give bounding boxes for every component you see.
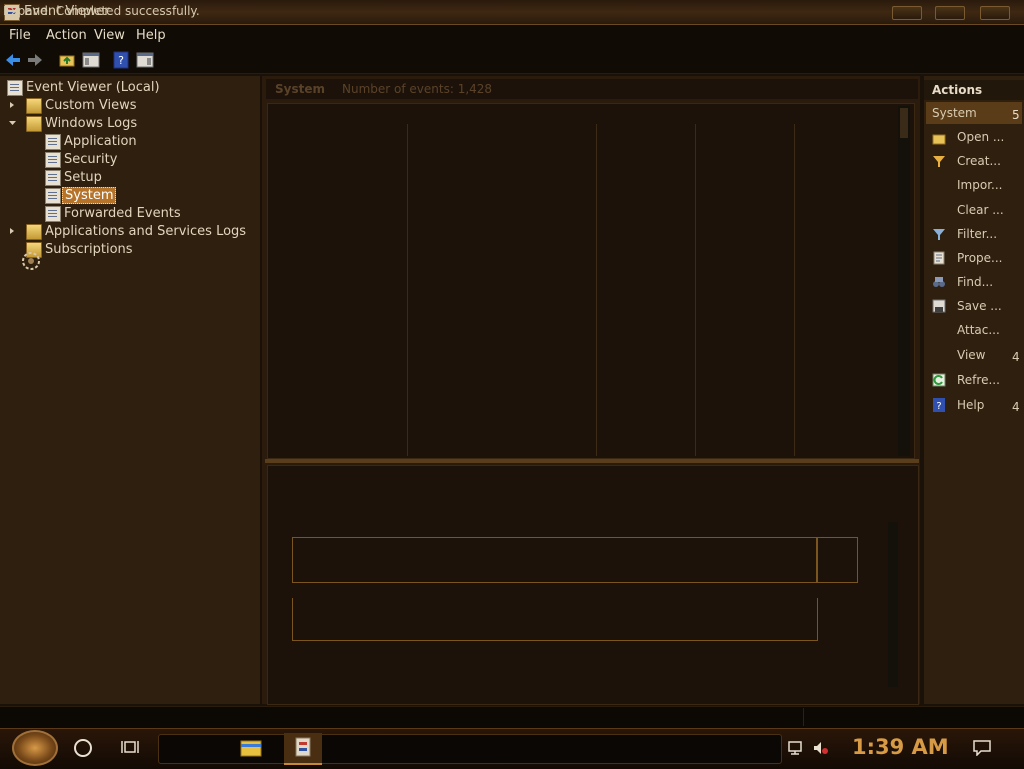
help-submenu-arrow: 4	[1012, 400, 1020, 414]
help-icon[interactable]: ?	[112, 51, 130, 69]
menu-file[interactable]: File	[9, 28, 31, 43]
maximize-button[interactable]	[935, 6, 965, 20]
properties-icon	[933, 251, 945, 265]
tree-item-custom-views[interactable]: Custom Views	[45, 98, 137, 113]
event-count-label: Number of events: 1,428	[342, 82, 493, 96]
close-button[interactable]	[980, 6, 1010, 20]
log-icon	[45, 170, 61, 186]
folder-icon	[26, 224, 42, 240]
forward-arrow-icon[interactable]	[26, 51, 44, 69]
expand-arrow-icon[interactable]	[9, 102, 15, 108]
action-help[interactable]: Help	[957, 398, 984, 412]
notifications-icon[interactable]	[973, 740, 991, 756]
folder-up-icon[interactable]	[58, 51, 76, 69]
action-clear-log[interactable]: Clear ...	[957, 203, 1004, 217]
file-explorer-icon[interactable]	[232, 733, 270, 763]
expand-arrow-icon[interactable]	[9, 228, 15, 234]
help-icon: ?	[933, 398, 945, 412]
action-create-custom-view[interactable]: Creat...	[957, 154, 1001, 168]
details-text-box	[292, 598, 818, 641]
tree-item-subscriptions[interactable]: Subscriptions	[45, 242, 133, 257]
back-arrow-icon[interactable]	[4, 51, 22, 69]
log-icon	[45, 188, 61, 204]
details-general-box	[292, 537, 818, 583]
folder-open-icon	[932, 134, 946, 145]
action-save-all-events[interactable]: Save ...	[957, 299, 1002, 313]
task-view-icon[interactable]	[121, 739, 139, 755]
column-divider[interactable]	[794, 124, 795, 456]
details-side-box	[816, 537, 858, 583]
filter-icon	[933, 229, 945, 240]
tree-item-application[interactable]: Application	[64, 134, 137, 149]
actions-section-label: System	[932, 106, 977, 120]
show-hide-tree-icon[interactable]	[82, 51, 100, 69]
event-viewer-icon	[295, 737, 311, 757]
navigation-tree	[0, 76, 262, 704]
tree-item-event-viewer-local[interactable]: Event Viewer (Local)	[26, 80, 160, 95]
save-icon	[932, 299, 946, 313]
event-viewer-icon	[7, 80, 23, 96]
start-button[interactable]	[12, 730, 58, 766]
volume-muted-icon[interactable]	[812, 740, 830, 756]
events-scrollbar[interactable]	[898, 106, 910, 456]
log-name-label: System	[275, 82, 325, 96]
menu-action[interactable]: Action	[46, 28, 87, 43]
section-collapse-badge[interactable]: 5	[1012, 108, 1020, 122]
show-hide-action-pane-icon[interactable]	[136, 51, 154, 69]
log-icon	[45, 206, 61, 222]
action-view[interactable]: View	[957, 348, 985, 362]
svg-text:?: ?	[118, 54, 124, 67]
event-details-pane	[267, 465, 919, 705]
busy-cursor-icon	[22, 252, 40, 270]
menu-help[interactable]: Help	[136, 28, 166, 43]
status-divider	[803, 708, 804, 726]
refresh-icon	[932, 373, 946, 387]
action-find[interactable]: Find...	[957, 275, 993, 289]
status-bar	[0, 706, 1024, 729]
action-attach-task[interactable]: Attac...	[957, 323, 1000, 337]
actions-title: Actions	[932, 83, 983, 97]
pane-splitter[interactable]	[265, 459, 919, 463]
tree-item-windows-logs[interactable]: Windows Logs	[45, 116, 137, 131]
binoculars-icon	[933, 277, 945, 287]
filter-create-icon	[933, 156, 945, 167]
log-icon	[45, 152, 61, 168]
search-circle-icon[interactable]	[74, 739, 92, 757]
column-divider[interactable]	[596, 124, 597, 456]
minimize-button[interactable]	[892, 6, 922, 20]
network-icon[interactable]	[787, 740, 805, 756]
menu-view[interactable]: View	[94, 28, 125, 43]
status-text: Expand: Completed successfully.	[3, 4, 200, 18]
tree-item-security[interactable]: Security	[64, 152, 117, 167]
tree-item-setup[interactable]: Setup	[64, 170, 102, 185]
action-open[interactable]: Open ...	[957, 130, 1004, 144]
tree-item-forwarded-events[interactable]: Forwarded Events	[64, 206, 181, 221]
log-header: System Number of events: 1,428	[266, 79, 918, 99]
action-refresh[interactable]: Refre...	[957, 373, 1000, 387]
actions-pane	[924, 76, 1024, 704]
svg-text:?: ?	[936, 401, 941, 412]
column-divider[interactable]	[407, 124, 408, 456]
details-scrollbar[interactable]	[888, 522, 898, 687]
view-submenu-arrow: 4	[1012, 350, 1020, 364]
action-import-custom-view[interactable]: Impor...	[957, 178, 1002, 192]
windows-logs-folder-icon	[26, 116, 42, 132]
tree-item-system[interactable]: System	[62, 187, 117, 204]
events-grid[interactable]	[267, 103, 915, 459]
collapse-arrow-icon[interactable]	[9, 120, 16, 126]
tree-item-applications-and-services-logs[interactable]: Applications and Services Logs	[45, 224, 246, 239]
taskbar-clock[interactable]: 1:39 AM	[852, 735, 949, 759]
log-icon	[45, 134, 61, 150]
column-divider[interactable]	[695, 124, 696, 456]
folder-icon	[26, 98, 42, 114]
action-properties[interactable]: Prope...	[957, 251, 1002, 265]
action-filter-current-log[interactable]: Filter...	[957, 227, 997, 241]
